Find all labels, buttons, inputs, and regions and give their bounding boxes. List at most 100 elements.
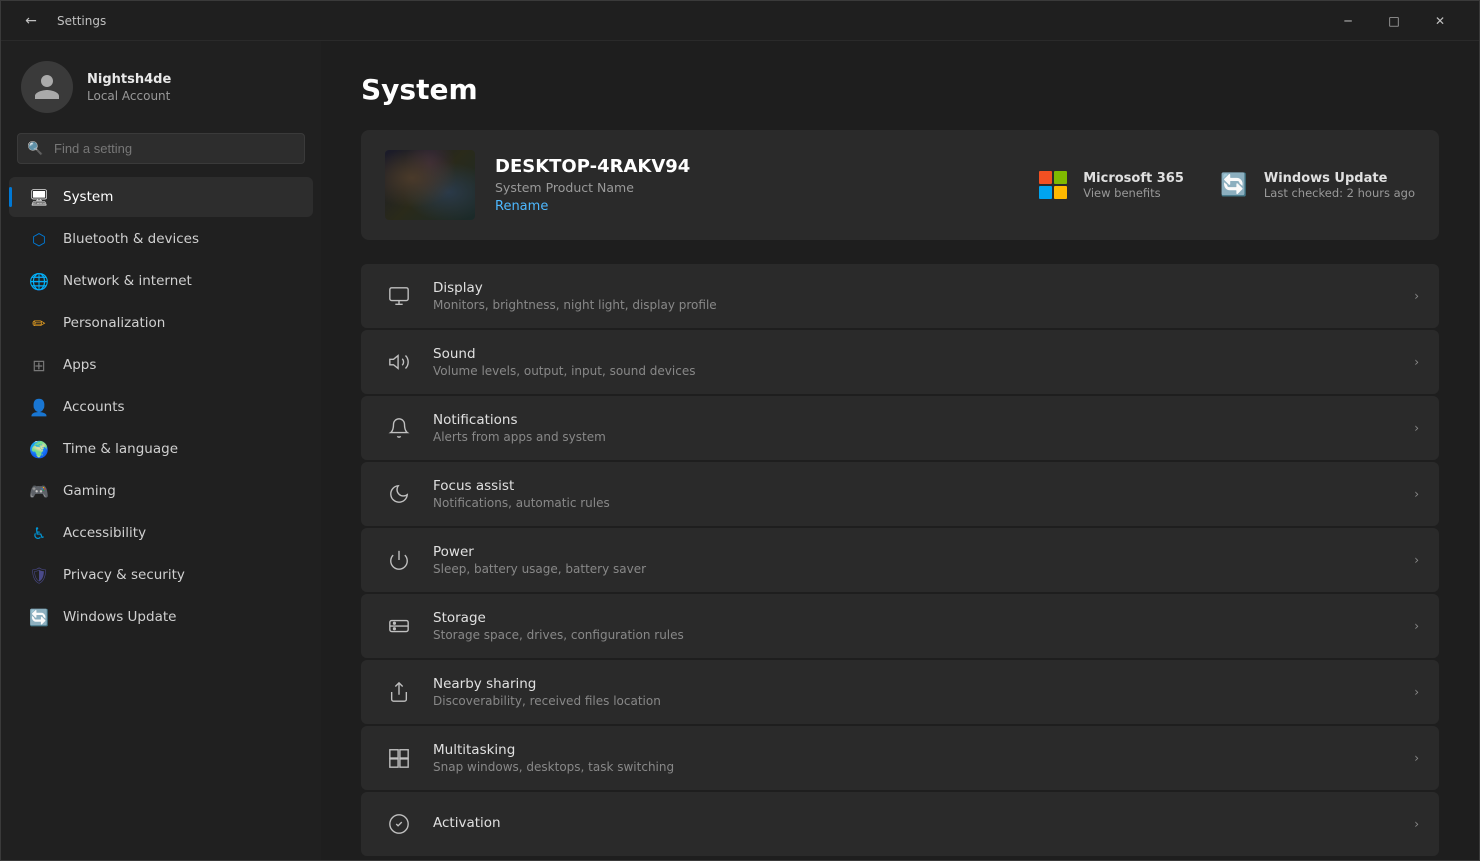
rename-link[interactable]: Rename xyxy=(495,199,1035,214)
multitasking-desc: Snap windows, desktops, task switching xyxy=(433,760,1414,774)
close-button[interactable]: ✕ xyxy=(1417,1,1463,41)
minimize-button[interactable]: ─ xyxy=(1325,1,1371,41)
maximize-button[interactable]: □ xyxy=(1371,1,1417,41)
device-actions: Microsoft 365 View benefits 🔄 Windows Up… xyxy=(1035,167,1415,203)
multitasking-text: Multitasking Snap windows, desktops, tas… xyxy=(433,742,1414,774)
apps-icon: ⊞ xyxy=(29,355,49,375)
sidebar-item-label-privacy: Privacy & security xyxy=(63,567,185,583)
sidebar-item-apps[interactable]: ⊞ Apps xyxy=(9,345,313,385)
nearby-text: Nearby sharing Discoverability, received… xyxy=(433,676,1414,708)
settings-list: Display Monitors, brightness, night ligh… xyxy=(361,264,1439,856)
notifications-text: Notifications Alerts from apps and syste… xyxy=(433,412,1414,444)
display-icon xyxy=(381,278,417,314)
device-description: System Product Name xyxy=(495,180,1035,195)
notifications-arrow: › xyxy=(1414,421,1419,435)
microsoft365-action[interactable]: Microsoft 365 View benefits xyxy=(1035,167,1184,203)
sidebar-item-label-accessibility: Accessibility xyxy=(63,525,146,541)
sidebar-item-privacy[interactable]: 🛡 Privacy & security xyxy=(9,555,313,595)
activation-title: Activation xyxy=(433,815,1414,831)
sidebar-item-time[interactable]: 🌍 Time & language xyxy=(9,429,313,469)
sidebar-item-accessibility[interactable]: ♿ Accessibility xyxy=(9,513,313,553)
system-icon: 🖥 xyxy=(29,187,49,207)
user-section[interactable]: Nightsh4de Local Account xyxy=(1,41,321,129)
back-button[interactable]: ← xyxy=(17,7,45,35)
search-input[interactable] xyxy=(17,133,305,164)
windows-update-text: Windows Update Last checked: 2 hours ago xyxy=(1264,171,1415,200)
storage-arrow: › xyxy=(1414,619,1419,633)
storage-title: Storage xyxy=(433,610,1414,626)
sidebar-item-accounts[interactable]: 👤 Accounts xyxy=(9,387,313,427)
nav-item-wrapper-update: 🔄 Windows Update xyxy=(1,596,321,638)
notifications-title: Notifications xyxy=(433,412,1414,428)
display-arrow: › xyxy=(1414,289,1419,303)
focus-icon xyxy=(381,476,417,512)
settings-item-multitasking[interactable]: Multitasking Snap windows, desktops, tas… xyxy=(361,726,1439,790)
nav-item-wrapper-accounts: 👤 Accounts xyxy=(1,386,321,428)
privacy-icon: 🛡 xyxy=(29,565,49,585)
microsoft365-text: Microsoft 365 View benefits xyxy=(1083,171,1184,200)
nearby-title: Nearby sharing xyxy=(433,676,1414,692)
nearby-desc: Discoverability, received files location xyxy=(433,694,1414,708)
settings-item-sound[interactable]: Sound Volume levels, output, input, soun… xyxy=(361,330,1439,394)
focus-desc: Notifications, automatic rules xyxy=(433,496,1414,510)
titlebar: ← Settings ─ □ ✕ xyxy=(1,1,1479,41)
device-card: DESKTOP-4RAKV94 System Product Name Rena… xyxy=(361,130,1439,240)
microsoft365-title: Microsoft 365 xyxy=(1083,171,1184,186)
sidebar-item-update[interactable]: 🔄 Windows Update xyxy=(9,597,313,637)
focus-title: Focus assist xyxy=(433,478,1414,494)
main-content: System DESKTOP-4RAKV94 System Product Na… xyxy=(321,41,1479,860)
user-avatar-icon xyxy=(32,72,62,102)
nav-item-wrapper-accessibility: ♿ Accessibility xyxy=(1,512,321,554)
sidebar-item-personalization[interactable]: ✏ Personalization xyxy=(9,303,313,343)
nav-item-wrapper-time: 🌍 Time & language xyxy=(1,428,321,470)
windows-update-action[interactable]: 🔄 Windows Update Last checked: 2 hours a… xyxy=(1216,167,1415,203)
multitasking-title: Multitasking xyxy=(433,742,1414,758)
network-icon: 🌐 xyxy=(29,271,49,291)
user-type: Local Account xyxy=(87,89,171,103)
windows-update-title: Windows Update xyxy=(1264,171,1415,186)
sound-arrow: › xyxy=(1414,355,1419,369)
sidebar-item-label-system: System xyxy=(63,189,113,205)
settings-item-display[interactable]: Display Monitors, brightness, night ligh… xyxy=(361,264,1439,328)
gaming-icon: 🎮 xyxy=(29,481,49,501)
activation-text: Activation xyxy=(433,815,1414,833)
storage-text: Storage Storage space, drives, configura… xyxy=(433,610,1414,642)
sidebar: Nightsh4de Local Account 🔍 🖥 System ⬡ Bl… xyxy=(1,41,321,860)
focus-arrow: › xyxy=(1414,487,1419,501)
nav-item-wrapper-privacy: 🛡 Privacy & security xyxy=(1,554,321,596)
settings-item-nearby[interactable]: Nearby sharing Discoverability, received… xyxy=(361,660,1439,724)
nav-item-wrapper-apps: ⊞ Apps xyxy=(1,344,321,386)
display-text: Display Monitors, brightness, night ligh… xyxy=(433,280,1414,312)
sound-title: Sound xyxy=(433,346,1414,362)
power-title: Power xyxy=(433,544,1414,560)
nearby-icon xyxy=(381,674,417,710)
update-icon: 🔄 xyxy=(29,607,49,627)
storage-desc: Storage space, drives, configuration rul… xyxy=(433,628,1414,642)
activation-icon xyxy=(381,806,417,842)
display-title: Display xyxy=(433,280,1414,296)
settings-item-storage[interactable]: Storage Storage space, drives, configura… xyxy=(361,594,1439,658)
settings-item-power[interactable]: Power Sleep, battery usage, battery save… xyxy=(361,528,1439,592)
windows-update-subtitle: Last checked: 2 hours ago xyxy=(1264,186,1415,200)
sidebar-item-bluetooth[interactable]: ⬡ Bluetooth & devices xyxy=(9,219,313,259)
user-info: Nightsh4de Local Account xyxy=(87,72,171,103)
accounts-icon: 👤 xyxy=(29,397,49,417)
nav-item-wrapper-network: 🌐 Network & internet xyxy=(1,260,321,302)
search-box[interactable]: 🔍 xyxy=(17,133,305,164)
sidebar-item-network[interactable]: 🌐 Network & internet xyxy=(9,261,313,301)
power-desc: Sleep, battery usage, battery saver xyxy=(433,562,1414,576)
display-desc: Monitors, brightness, night light, displ… xyxy=(433,298,1414,312)
accessibility-icon: ♿ xyxy=(29,523,49,543)
settings-item-focus[interactable]: Focus assist Notifications, automatic ru… xyxy=(361,462,1439,526)
nav-item-wrapper-bluetooth: ⬡ Bluetooth & devices xyxy=(1,218,321,260)
sidebar-item-gaming[interactable]: 🎮 Gaming xyxy=(9,471,313,511)
time-icon: 🌍 xyxy=(29,439,49,459)
device-image-visual xyxy=(385,150,475,220)
notifications-desc: Alerts from apps and system xyxy=(433,430,1414,444)
sidebar-item-system[interactable]: 🖥 System xyxy=(9,177,313,217)
settings-item-notifications[interactable]: Notifications Alerts from apps and syste… xyxy=(361,396,1439,460)
settings-item-activation[interactable]: Activation › xyxy=(361,792,1439,856)
avatar xyxy=(21,61,73,113)
sidebar-item-label-update: Windows Update xyxy=(63,609,176,625)
sidebar-item-label-personalization: Personalization xyxy=(63,315,165,331)
